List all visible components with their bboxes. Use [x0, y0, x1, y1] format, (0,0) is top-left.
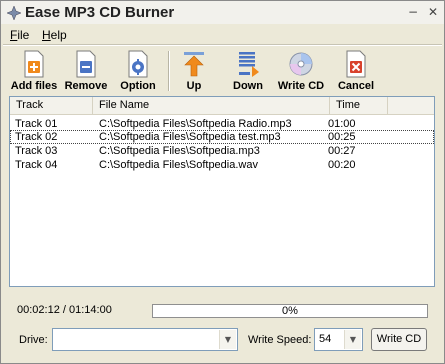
down-button[interactable]: Down [225, 47, 271, 95]
down-arrow-icon [239, 52, 259, 77]
file-name-cell: C:\Softpedia Files\Softpedia.wav [99, 159, 258, 171]
option-icon [128, 50, 148, 78]
time-cell: 00:20 [328, 159, 356, 171]
file-name-cell: C:\Softpedia Files\Softpedia test.mp3 [99, 131, 281, 143]
cancel-label: Cancel [337, 80, 375, 92]
track-cell: Track 01 [15, 118, 58, 130]
remove-button[interactable]: Remove [63, 47, 109, 95]
drive-select[interactable]: ▼ [52, 328, 238, 351]
menu-divider [3, 44, 442, 46]
minimize-icon[interactable]: − [405, 4, 421, 20]
track-cell: Track 03 [15, 145, 58, 157]
write-cd-button[interactable]: Write CD [371, 328, 427, 351]
write-speed-select[interactable]: 54 ▼ [314, 328, 363, 351]
up-arrow-icon [184, 52, 204, 77]
app-window: Ease MP3 CD Burner − ✕ File Help Add fil… [0, 0, 445, 364]
column-header-file-name[interactable]: File Name [93, 97, 330, 114]
option-label: Option [120, 80, 156, 92]
write-speed-label: Write Speed: [248, 334, 312, 346]
menu-bar: File Help [1, 25, 444, 44]
table-row[interactable]: Track 04 C:\Softpedia Files\Softpedia.wa… [10, 158, 434, 172]
chevron-down-icon[interactable]: ▼ [344, 330, 361, 349]
track-cell: Track 02 [15, 131, 58, 143]
remove-icon [76, 50, 96, 78]
title-bar[interactable]: Ease MP3 CD Burner − ✕ [1, 1, 444, 24]
app-icon [6, 5, 22, 21]
time-cell: 01:00 [328, 118, 356, 130]
up-label: Up [186, 80, 202, 92]
add-files-label: Add files [10, 80, 58, 92]
cd-icon [289, 52, 313, 76]
toolbar: Add files Remove Option Up Down Write CD… [1, 47, 444, 95]
menu-file[interactable]: File [10, 28, 29, 42]
write-speed-value: 54 [319, 333, 332, 345]
menu-help[interactable]: Help [42, 28, 67, 42]
list-header: Track File Name Time [10, 97, 434, 115]
progress-percent: 0% [282, 305, 298, 317]
table-row[interactable]: Track 03 C:\Softpedia Files\Softpedia.mp… [10, 144, 434, 158]
cancel-icon [346, 50, 366, 78]
down-label: Down [233, 80, 263, 92]
elapsed-time-readout: 00:02:12 / 01:14:00 [17, 304, 112, 316]
write-cd-toolbar-label: Write CD [277, 80, 325, 92]
option-button[interactable]: Option [115, 47, 161, 95]
close-icon[interactable]: ✕ [425, 4, 441, 20]
table-row[interactable]: Track 01 C:\Softpedia Files\Softpedia Ra… [10, 117, 434, 131]
time-cell: 00:25 [328, 131, 356, 143]
add-files-icon [24, 50, 44, 78]
track-cell: Track 04 [15, 159, 58, 171]
window-title: Ease MP3 CD Burner [25, 4, 175, 21]
write-cd-toolbar-button[interactable]: Write CD [278, 47, 324, 95]
add-files-button[interactable]: Add files [11, 47, 57, 95]
file-name-cell: C:\Softpedia Files\Softpedia.mp3 [99, 145, 260, 157]
up-button[interactable]: Up [171, 47, 217, 95]
drive-label: Drive: [19, 334, 48, 346]
file-name-cell: C:\Softpedia Files\Softpedia Radio.mp3 [99, 118, 292, 130]
column-header-time[interactable]: Time [330, 97, 388, 114]
column-header-track[interactable]: Track [10, 97, 93, 114]
remove-label: Remove [64, 80, 108, 92]
chevron-down-icon[interactable]: ▼ [219, 330, 236, 349]
table-row[interactable]: Track 02 C:\Softpedia Files\Softpedia te… [10, 130, 434, 144]
track-list[interactable]: Track File Name Time Track 01 C:\Softped… [9, 96, 435, 287]
time-cell: 00:27 [328, 145, 356, 157]
progress-bar: 0% [152, 304, 428, 318]
cancel-button[interactable]: Cancel [333, 47, 379, 95]
